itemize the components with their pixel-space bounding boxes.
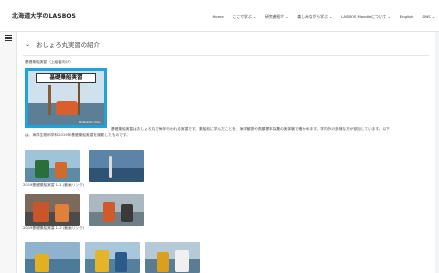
person-image [35, 254, 49, 272]
site-header: 北海道大学のLASBOS Home ここで学ぶ ⌄ 研究者紹介 ⌄ 楽しみながら… [0, 0, 439, 32]
site-brand[interactable]: 北海道大学のLASBOS [12, 11, 76, 20]
sky-image [145, 242, 200, 260]
person-image [115, 252, 127, 272]
hero-footer: Hokkaido Univ. [78, 120, 101, 124]
video-caption[interactable]: 2019基礎乗船実習 1-2 (動画リンク) [23, 226, 84, 231]
person-image [33, 202, 49, 222]
nav-researchers[interactable]: 研究者紹介 ⌄ [265, 14, 288, 20]
person-image [103, 202, 115, 222]
nav-home[interactable]: Home [212, 14, 223, 20]
side-toggle-bar [0, 32, 17, 273]
video-thumbnail[interactable] [85, 242, 140, 273]
mast-image [48, 85, 51, 115]
sea-image [25, 167, 80, 182]
mast-image [78, 83, 80, 115]
nav-english[interactable]: English [400, 14, 414, 20]
person-image [175, 250, 189, 272]
sky-image [25, 242, 80, 260]
video-thumbnail[interactable] [89, 194, 144, 226]
paragraph-line: は、海洋生物科学科2019年基礎乗船実習を撮影したものです。 [25, 132, 130, 137]
nav-learn[interactable]: ここで学ぶ ⌄ [233, 14, 256, 20]
person-image [95, 250, 109, 272]
hero-title: 基礎乗船実習 [36, 73, 96, 83]
person-image [157, 252, 169, 272]
background-image [89, 211, 144, 226]
video-thumbnail[interactable] [89, 150, 144, 182]
crew-image [56, 101, 78, 115]
nav-fun-learning[interactable]: 楽しみながら学ぶ ⌄ [297, 14, 332, 20]
sea-image [25, 259, 80, 273]
chevron-down-icon[interactable]: ⌄ [25, 41, 30, 48]
background-image [89, 194, 144, 212]
browser-window: 北海道大学のLASBOS Home ここで学ぶ ⌄ 研究者紹介 ⌄ 楽しみながら… [0, 0, 439, 273]
person-image [55, 204, 69, 222]
sky-image [89, 150, 144, 168]
video-thumbnail[interactable] [25, 242, 80, 273]
sea-image [145, 259, 200, 273]
sea-image [89, 167, 144, 182]
sky-image [25, 150, 80, 168]
intro-caption: 基礎乗船実習（上級者向け） [25, 60, 73, 64]
hero-video-thumbnail[interactable]: 基礎乗船実習 Hokkaido Univ. [25, 68, 107, 128]
top-nav: Home ここで学ぶ ⌄ 研究者紹介 ⌄ 楽しみながら学ぶ ⌄ LASBOS M… [212, 14, 435, 20]
person-image [121, 204, 133, 222]
video-thumbnail[interactable] [25, 150, 80, 182]
equipment-image [109, 156, 112, 178]
person-image [35, 160, 49, 178]
sky-image [85, 242, 140, 260]
sea-image [85, 259, 140, 273]
main-content: ⌄ おしょろ丸実習の紹介 基礎乗船実習（上級者向け） 基礎乗船実習 Hokkai… [17, 32, 435, 273]
video-caption[interactable]: 2019基礎乗船実習 1-1 (動画リンク) [23, 183, 84, 188]
section-header[interactable]: ⌄ おしょろ丸実習の紹介 [25, 40, 100, 49]
menu-icon[interactable] [5, 35, 12, 42]
person-image [55, 162, 67, 178]
video-thumbnail[interactable] [25, 194, 80, 226]
section-title: おしょろ丸実習の紹介 [36, 41, 100, 49]
description-paragraph: 基礎乗船実習はおしょろ丸で毎年行われる実習です。乗船前に学んだことを、海洋観測や… [25, 127, 425, 138]
nav-moodle[interactable]: LASBOS Moodleについて ⌄ [341, 14, 391, 20]
video-thumbnail[interactable] [145, 242, 200, 273]
divider [23, 55, 429, 56]
nav-dns[interactable]: DNS ⌄ [422, 14, 435, 20]
